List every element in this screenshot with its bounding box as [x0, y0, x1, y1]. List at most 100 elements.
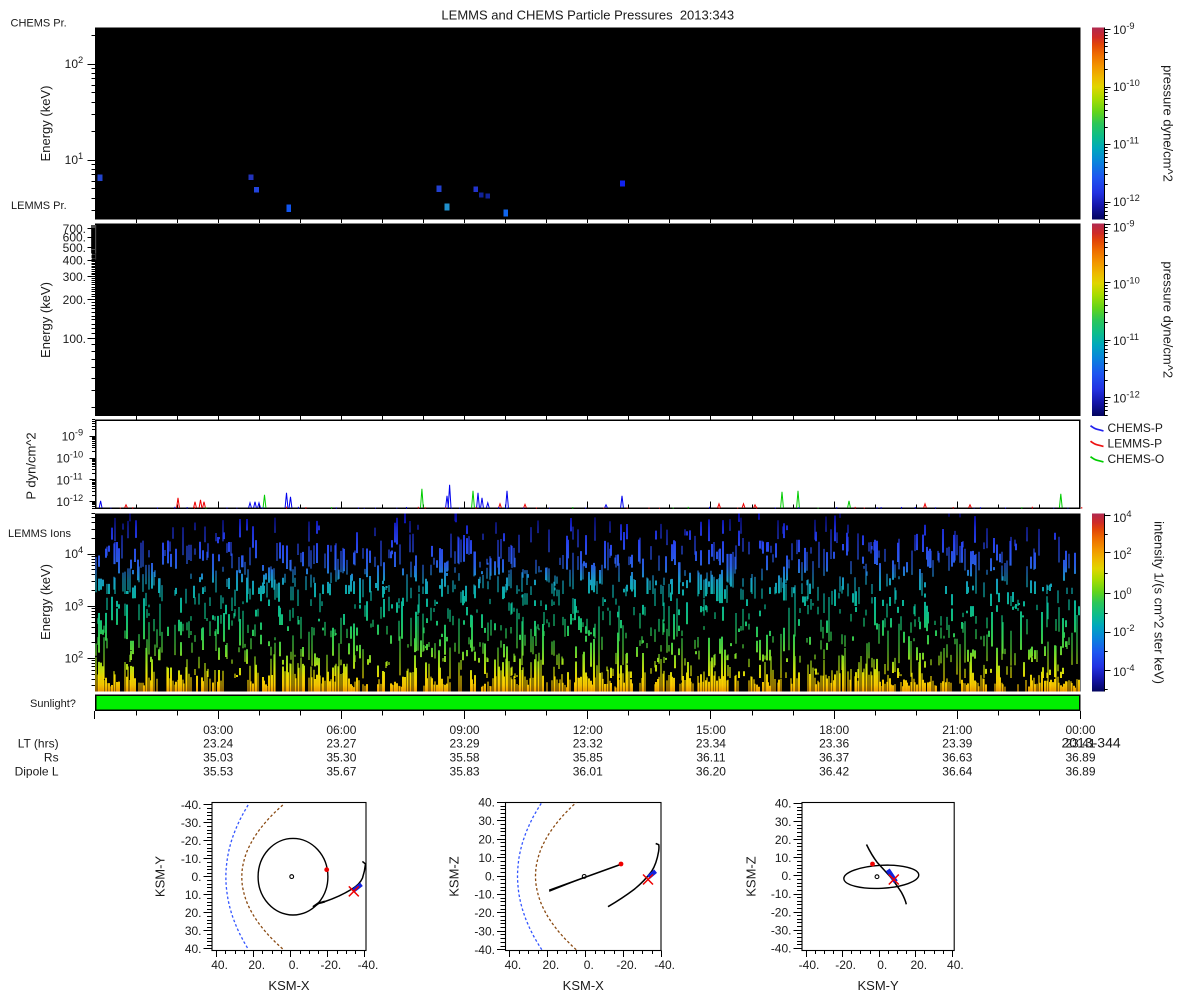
svg-text:Energy (keV): Energy (keV): [38, 86, 53, 162]
svg-text:700.: 700.: [63, 222, 86, 236]
svg-text:KSM-Z: KSM-Z: [744, 856, 759, 897]
svg-text:10: 10: [1113, 138, 1127, 152]
svg-text:KSM-X: KSM-X: [268, 978, 310, 993]
svg-text:36.63: 36.63: [942, 751, 972, 765]
svg-text:-11: -11: [1126, 332, 1139, 342]
svg-text:100.: 100.: [63, 332, 86, 346]
svg-text:KSM-Z: KSM-Z: [447, 856, 462, 897]
svg-text:10: 10: [65, 547, 79, 561]
svg-text:0: 0: [1126, 586, 1131, 596]
svg-text:03:00: 03:00: [203, 723, 233, 737]
svg-text:40.: 40.: [947, 958, 964, 972]
svg-text:400.: 400.: [63, 254, 86, 268]
svg-text:-12: -12: [1126, 193, 1139, 203]
svg-text:-4: -4: [1126, 663, 1134, 673]
svg-text:-20.: -20.: [616, 958, 637, 972]
svg-text:0.: 0.: [584, 958, 594, 972]
svg-text:20.: 20.: [775, 833, 792, 847]
svg-text:KSM-Y: KSM-Y: [153, 856, 168, 898]
svg-text:0.: 0.: [877, 958, 887, 972]
svg-text:36.42: 36.42: [819, 764, 849, 778]
svg-text:pressure dyne/cm^2: pressure dyne/cm^2: [1160, 261, 1175, 378]
svg-text:35.83: 35.83: [450, 764, 480, 778]
svg-text:23.24: 23.24: [203, 737, 233, 751]
svg-text:30.: 30.: [775, 815, 792, 829]
svg-text:20.: 20.: [248, 958, 265, 972]
svg-text:10: 10: [1113, 195, 1127, 209]
svg-text:3: 3: [78, 598, 83, 608]
svg-text:-10: -10: [70, 450, 83, 460]
svg-text:35.30: 35.30: [326, 751, 356, 765]
svg-text:10.: 10.: [185, 888, 202, 902]
svg-text:10: 10: [1113, 511, 1127, 525]
svg-text:4: 4: [1126, 509, 1131, 519]
svg-text:23.34: 23.34: [696, 737, 726, 751]
svg-text:LEMMS-P: LEMMS-P: [1108, 437, 1163, 451]
svg-text:35.58: 35.58: [450, 751, 480, 765]
svg-text:36.89: 36.89: [1065, 764, 1095, 778]
svg-text:35.85: 35.85: [573, 751, 603, 765]
svg-text:23.27: 23.27: [326, 737, 356, 751]
svg-text:-20.: -20.: [771, 905, 792, 919]
svg-text:-10: -10: [1126, 276, 1139, 286]
svg-text:KSM-Y: KSM-Y: [858, 978, 900, 993]
svg-text:-10.: -10.: [474, 888, 495, 902]
svg-text:10.: 10.: [478, 851, 495, 865]
svg-text:35.03: 35.03: [203, 751, 233, 765]
svg-text:-40.: -40.: [799, 958, 820, 972]
svg-text:Sunlight?: Sunlight?: [30, 698, 76, 710]
svg-text:10: 10: [1113, 334, 1127, 348]
svg-text:-12: -12: [1126, 390, 1139, 400]
svg-text:20.: 20.: [478, 833, 495, 847]
svg-text:36.11: 36.11: [696, 751, 725, 765]
svg-text:2: 2: [1126, 546, 1131, 556]
svg-text:-40.: -40.: [181, 798, 202, 812]
svg-text:20.: 20.: [543, 958, 560, 972]
svg-text:LEMMS and CHEMS Particle Press: LEMMS and CHEMS Particle Pressures 2013:…: [441, 8, 734, 23]
svg-text:300.: 300.: [63, 270, 86, 284]
svg-text:10.: 10.: [775, 851, 792, 865]
svg-text:36.89: 36.89: [1065, 751, 1095, 765]
svg-text:-40.: -40.: [771, 942, 792, 956]
svg-text:10: 10: [65, 651, 79, 665]
svg-text:10: 10: [1113, 221, 1127, 235]
svg-text:10: 10: [1113, 23, 1127, 37]
svg-text:LEMMS Ions: LEMMS Ions: [8, 528, 71, 540]
svg-text:0.: 0.: [191, 870, 201, 884]
svg-text:-10.: -10.: [771, 887, 792, 901]
svg-text:21:00: 21:00: [942, 723, 972, 737]
svg-text:0.: 0.: [781, 869, 791, 883]
svg-text:36.64: 36.64: [942, 764, 972, 778]
svg-text:-9: -9: [1126, 21, 1134, 31]
svg-text:20.: 20.: [185, 906, 202, 920]
svg-text:10: 10: [1113, 278, 1127, 292]
svg-text:36.37: 36.37: [819, 751, 849, 765]
svg-text:Energy (keV): Energy (keV): [38, 282, 53, 358]
svg-text:-9: -9: [75, 428, 83, 438]
svg-text:-20.: -20.: [835, 958, 856, 972]
svg-text:P dyn/cm^2: P dyn/cm^2: [24, 432, 39, 499]
svg-text:15:00: 15:00: [696, 723, 726, 737]
svg-text:-30.: -30.: [474, 925, 495, 939]
svg-text:10: 10: [1113, 80, 1127, 94]
svg-text:23.29: 23.29: [450, 737, 480, 751]
svg-text:10: 10: [1113, 625, 1127, 639]
svg-text:40.: 40.: [505, 958, 522, 972]
svg-text:23.39: 23.39: [942, 737, 972, 751]
svg-text:40.: 40.: [775, 797, 792, 811]
svg-text:0.: 0.: [289, 958, 299, 972]
svg-text:0.: 0.: [485, 869, 495, 883]
svg-text:-11: -11: [1126, 136, 1139, 146]
svg-text:-30.: -30.: [181, 816, 202, 830]
svg-text:10: 10: [56, 495, 70, 509]
svg-text:40.: 40.: [185, 942, 202, 956]
svg-text:-20.: -20.: [474, 906, 495, 920]
svg-text:35.67: 35.67: [326, 764, 356, 778]
svg-text:-30.: -30.: [771, 923, 792, 937]
svg-text:-40.: -40.: [654, 958, 675, 972]
svg-text:pressure dyne/cm^2: pressure dyne/cm^2: [1160, 65, 1175, 182]
svg-text:10: 10: [62, 430, 76, 444]
svg-text:2: 2: [78, 649, 83, 659]
svg-text:Dipole L: Dipole L: [15, 764, 59, 778]
svg-text:KSM-X: KSM-X: [563, 978, 605, 993]
